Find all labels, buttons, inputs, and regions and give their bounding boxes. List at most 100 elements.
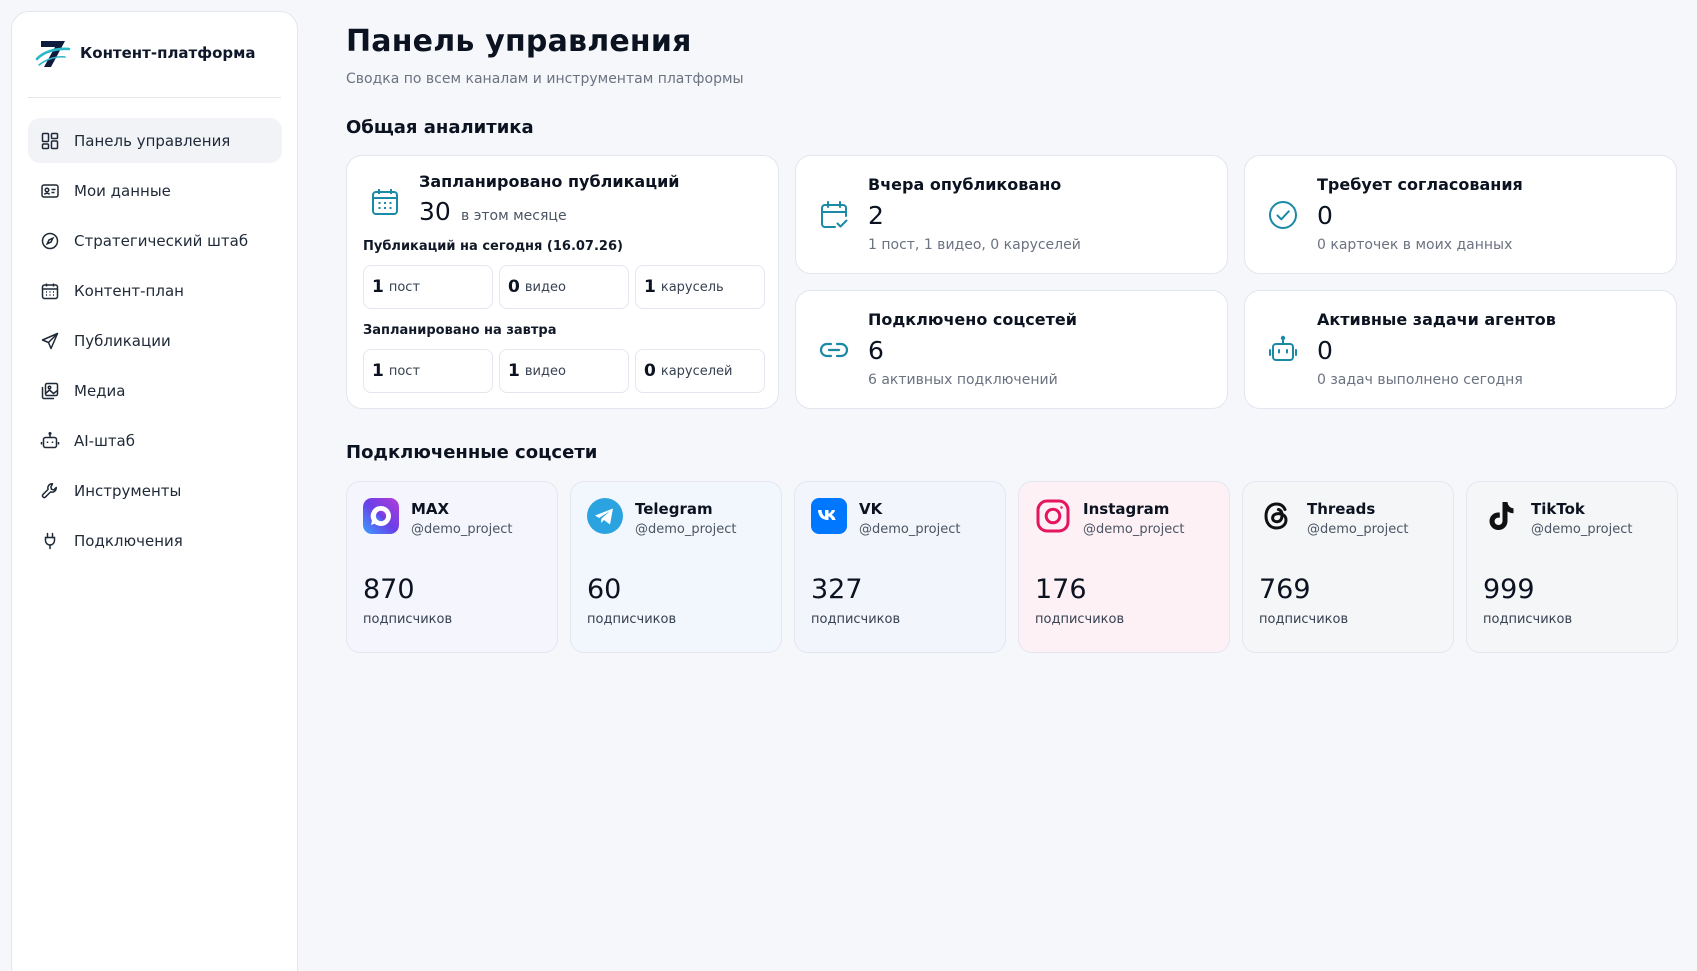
page-title: Панель управления [346,24,692,59]
social-name: MAX [411,500,450,518]
social-card-vk[interactable]: VK @demo_project 327 подписчиков [794,481,1006,653]
social-card-telegram[interactable]: Telegram @demo_project 60 подписчиков [570,481,782,653]
stat-pill: 1 пост [363,265,493,309]
subscriber-label: подписчиков [587,612,677,627]
subscriber-count: 870 [363,574,415,605]
link-icon [819,342,849,358]
subscriber-label: подписчиков [811,612,901,627]
stat-value: 1 [508,361,520,381]
sidebar-item-strategy[interactable]: Стратегический штаб [28,218,282,263]
card-note: 0 карточек в моих данных [1317,237,1513,253]
stat-pill: 0 видео [499,265,629,309]
main-content: Панель управления Сводка по всем каналам… [346,24,1678,653]
robot-icon [1269,335,1297,361]
social-handle: @demo_project [1083,522,1185,537]
social-handle: @demo_project [635,522,737,537]
sidebar-item-label: Медиа [74,381,126,400]
stat-label: карусель [660,279,724,295]
approval-required-card[interactable]: Требует согласования 0 0 карточек в моих… [1244,155,1677,274]
social-card-threads[interactable]: Threads @demo_project 769 подписчиков [1242,481,1454,653]
yesterday-published-card[interactable]: Вчера опубликовано 2 1 пост, 1 видео, 0 … [795,155,1228,274]
social-handle: @demo_project [1531,522,1633,537]
card-value: 6 [868,336,884,365]
card-title: Подключено соцсетей [868,310,1077,329]
stat-label: каруселей [660,363,733,379]
stat-label: видео [524,363,566,379]
sidebar-item-label: Подключения [74,531,183,550]
card-value: 0 [1317,336,1333,365]
subscriber-count: 60 [587,574,622,605]
card-value: 30 [419,197,451,226]
telegram-logo-icon [587,498,623,534]
sidebar-item-label: Инструменты [74,481,182,500]
logo-7-icon [35,41,71,67]
stat-value: 1 [644,277,656,297]
plug-icon [44,532,56,549]
social-name: VK [859,500,883,518]
stat-value: 1 [372,361,384,381]
wrench-icon [41,482,57,498]
sidebar-item-connections[interactable]: Подключения [28,518,282,563]
card-value: 0 [1317,201,1333,230]
stat-value: 1 [372,277,384,297]
card-value: 2 [868,201,884,230]
scheduled-publications-card[interactable]: Запланировано публикаций 30 в этом месяц… [346,155,779,409]
today-stats: 1 пост 0 видео 1 карусель [363,265,765,309]
stat-pill: 1 видео [499,349,629,393]
sidebar-item-media[interactable]: Медиа [28,368,282,413]
section-title-analytics: Общая аналитика [346,117,534,138]
sidebar-item-label: Контент-план [74,281,184,300]
stat-value: 0 [644,361,656,381]
card-title: Активные задачи агентов [1317,310,1556,329]
stat-pill: 1 карусель [635,265,765,309]
calendar-check-icon [821,201,848,228]
sidebar-item-tools[interactable]: Инструменты [28,468,282,513]
sidebar-item-content-plan[interactable]: Контент-план [28,268,282,313]
sidebar-item-dashboard[interactable]: Панель управления [28,118,282,163]
subscriber-count: 327 [811,574,863,605]
threads-logo-icon [1264,502,1288,530]
instagram-logo-icon [1036,499,1070,533]
social-card-instagram[interactable]: Instagram @demo_project 176 подписчиков [1018,481,1230,653]
card-title: Вчера опубликовано [868,175,1062,194]
calendar-icon [372,189,398,215]
card-title: Запланировано публикаций [419,172,680,191]
sidebar-item-my-data[interactable]: Мои данные [28,168,282,213]
social-handle: @demo_project [1307,522,1409,537]
sidebar-item-publications[interactable]: Публикации [28,318,282,363]
stat-value: 0 [508,277,520,297]
card-note: 1 пост, 1 видео, 0 каруселей [868,237,1081,253]
sidebar: Контент-платформа Панель управления Мои … [11,11,298,971]
social-card-tiktok[interactable]: TikTok @demo_project 999 подписчиков [1466,481,1678,653]
today-label: Публикаций на сегодня (16.07.26) [363,239,623,254]
stat-pill: 1 пост [363,349,493,393]
social-name: Telegram [635,500,713,518]
stat-label: пост [388,363,421,379]
tomorrow-label: Запланировано на завтра [363,323,557,338]
agent-tasks-card[interactable]: Активные задачи агентов 0 0 задач выполн… [1244,290,1677,409]
social-card-max[interactable]: MAX @demo_project 870 подписчиков [346,481,558,653]
calendar-icon [41,283,59,299]
tiktok-logo-icon [1489,502,1514,530]
subscriber-count: 999 [1483,574,1535,605]
check-circle-icon [1269,201,1297,229]
sidebar-item-ai-hq[interactable]: AI-штаб [28,418,282,463]
social-handle: @demo_project [411,522,513,537]
social-name: Threads [1307,500,1376,518]
sidebar-item-label: Мои данные [74,181,171,200]
max-logo-icon [363,498,399,534]
sidebar-item-label: Публикации [74,331,171,350]
subscriber-count: 176 [1035,574,1087,605]
connected-socials-card[interactable]: Подключено соцсетей 6 6 активных подключ… [795,290,1228,409]
stat-pill: 0 каруселей [635,349,765,393]
subscriber-label: подписчиков [363,612,453,627]
compass-icon [41,232,59,249]
brand[interactable]: Контент-платформа [34,34,256,72]
card-title: Требует согласования [1317,175,1523,194]
sidebar-item-label: AI-штаб [74,431,136,450]
dashboard-grid-icon [41,132,59,149]
subscriber-label: подписчиков [1035,612,1125,627]
card-note: 0 задач выполнено сегодня [1317,372,1523,388]
subscriber-label: подписчиков [1483,612,1573,627]
subscriber-label: подписчиков [1259,612,1349,627]
